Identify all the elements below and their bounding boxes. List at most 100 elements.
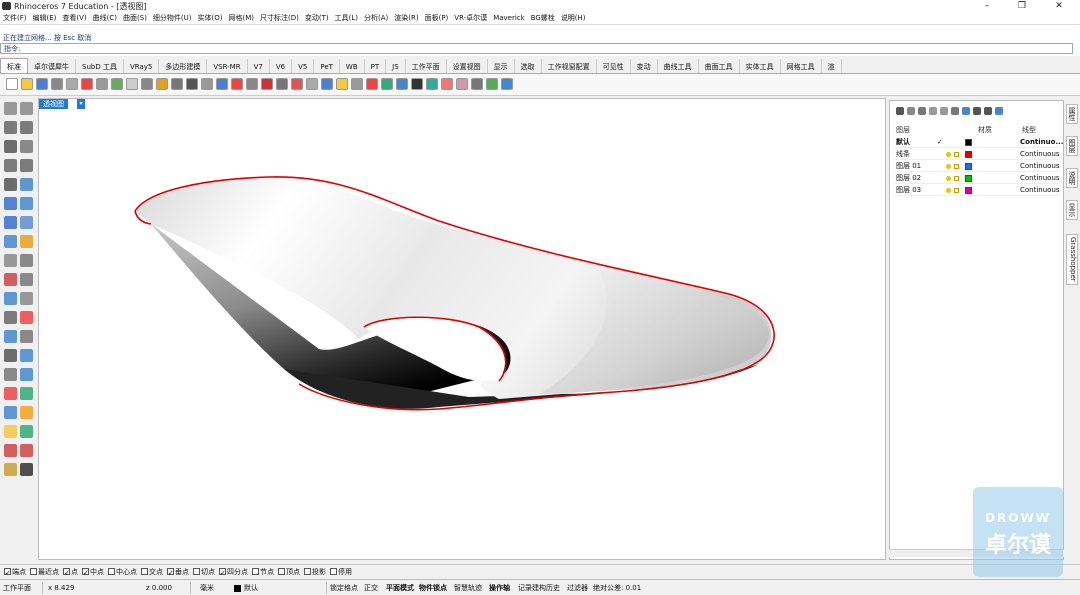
toolbar-tool-icon[interactable]	[336, 78, 348, 90]
toolbar-tool-icon[interactable]	[66, 78, 78, 90]
toolbar-tool-icon[interactable]	[396, 78, 408, 90]
left-tool-icon[interactable]	[4, 387, 17, 400]
toolbar-tool-icon[interactable]	[126, 78, 138, 90]
layer-linetype[interactable]: Continuous	[1020, 185, 1060, 196]
left-tool-icon[interactable]	[4, 292, 17, 305]
layer-color-swatch[interactable]	[965, 163, 972, 170]
toolbar-tool-icon[interactable]	[471, 78, 483, 90]
left-tool-icon[interactable]	[20, 159, 33, 172]
toolbar-tab[interactable]: V7	[248, 59, 270, 73]
layer-tool-icon[interactable]	[929, 107, 937, 115]
osnap-option[interactable]: 点	[63, 565, 78, 580]
toolbar-tab[interactable]: 标准	[0, 58, 28, 73]
left-tool-icon[interactable]	[20, 235, 33, 248]
toolbar-tool-icon[interactable]	[111, 78, 123, 90]
status-unit[interactable]: 毫米	[200, 582, 214, 594]
toolbar-tab[interactable]: 工作视窗配置	[542, 59, 597, 73]
menu-item[interactable]: Maverick	[490, 12, 528, 24]
left-tool-icon[interactable]	[4, 235, 17, 248]
toolbar-tool-icon[interactable]	[201, 78, 213, 90]
osnap-option[interactable]: 中点	[82, 565, 104, 580]
status-cplane[interactable]: 工作平面	[3, 582, 31, 594]
layer-tool-icon[interactable]	[907, 107, 915, 115]
left-tool-icon[interactable]	[4, 349, 17, 362]
status-history[interactable]: 记录建构历史	[518, 582, 560, 594]
left-tool-icon[interactable]	[20, 273, 33, 286]
status-layer[interactable]: 默认	[244, 582, 258, 594]
layer-tool-icon[interactable]	[918, 107, 926, 115]
layer-tool-icon[interactable]	[951, 107, 959, 115]
osnap-option[interactable]: 停用	[330, 565, 352, 579]
layer-tool-icon[interactable]	[896, 107, 904, 115]
osnap-checkbox[interactable]	[82, 566, 89, 580]
layer-visible-bulb-icon[interactable]	[946, 164, 951, 169]
layer-visible-bulb-icon[interactable]	[946, 176, 951, 181]
layer-color-swatch[interactable]	[965, 175, 972, 182]
left-tool-icon[interactable]	[20, 425, 33, 438]
left-tool-icon[interactable]	[4, 406, 17, 419]
menu-item[interactable]: 细分物件(U)	[150, 12, 195, 24]
left-tool-icon[interactable]	[20, 292, 33, 305]
toolbar-tab[interactable]: 设置视图	[447, 59, 488, 73]
left-tool-icon[interactable]	[20, 102, 33, 115]
toolbar-tab[interactable]: 变动	[631, 59, 658, 73]
left-tool-icon[interactable]	[20, 444, 33, 457]
maximize-button[interactable]: ❐	[1005, 0, 1039, 12]
layer-visible-bulb-icon[interactable]	[946, 152, 951, 157]
toolbar-tab[interactable]: VRay5	[124, 59, 160, 73]
menu-item[interactable]: 曲面(S)	[120, 12, 150, 24]
side-tab[interactable]: 说明	[1066, 168, 1078, 188]
menu-item[interactable]: 渲染(R)	[391, 12, 421, 24]
toolbar-tool-icon[interactable]	[186, 78, 198, 90]
osnap-checkbox[interactable]	[330, 568, 337, 575]
left-tool-icon[interactable]	[4, 311, 17, 324]
left-tool-icon[interactable]	[20, 406, 33, 419]
left-tool-icon[interactable]	[4, 159, 17, 172]
toolbar-tool-icon[interactable]	[21, 78, 33, 90]
layer-visible-bulb-icon[interactable]	[946, 188, 951, 193]
left-tool-icon[interactable]	[4, 425, 17, 438]
osnap-checkbox[interactable]	[219, 566, 226, 580]
side-tab[interactable]: 属性	[1066, 104, 1078, 124]
menu-item[interactable]: VR-卓尔谟	[451, 12, 490, 24]
osnap-checkbox[interactable]	[278, 568, 285, 575]
osnap-checkbox[interactable]	[304, 568, 311, 575]
toolbar-tool-icon[interactable]	[441, 78, 453, 90]
layer-row[interactable]: 图层 01 Continuous	[894, 161, 1060, 172]
layer-name[interactable]: 图层 02	[896, 173, 921, 184]
layer-tool-icon[interactable]	[962, 107, 970, 115]
left-tool-icon[interactable]	[20, 330, 33, 343]
osnap-option[interactable]: 节点	[252, 565, 274, 579]
osnap-checkbox[interactable]	[252, 568, 259, 575]
layer-tool-icon[interactable]	[995, 107, 1003, 115]
left-tool-icon[interactable]	[20, 368, 33, 381]
toolbar-tab[interactable]: JS	[386, 59, 406, 73]
menu-item[interactable]: 说明(H)	[558, 12, 589, 24]
toolbar-tab[interactable]: 实体工具	[740, 59, 781, 73]
toolbar-tool-icon[interactable]	[411, 78, 423, 90]
osnap-option[interactable]: 中心点	[108, 565, 137, 579]
status-filter[interactable]: 过滤器	[567, 582, 588, 594]
toolbar-tab[interactable]: V6	[270, 59, 293, 73]
layer-lock-icon[interactable]	[954, 188, 959, 193]
toolbar-tab[interactable]: V5	[292, 59, 315, 73]
osnap-option[interactable]: 投影	[304, 565, 326, 579]
left-tool-icon[interactable]	[4, 330, 17, 343]
layer-row[interactable]: 线条 Continuous	[894, 149, 1060, 160]
toolbar-tab[interactable]: 可见性	[597, 59, 631, 73]
toolbar-tool-icon[interactable]	[246, 78, 258, 90]
toolbar-tool-icon[interactable]	[426, 78, 438, 90]
toolbar-tab[interactable]: 多边形建模	[159, 59, 208, 73]
osnap-checkbox[interactable]	[4, 566, 11, 580]
layer-color-swatch[interactable]	[965, 187, 972, 194]
status-grid-snap[interactable]: 锁定格点	[330, 582, 358, 594]
layer-header-material[interactable]: 材质	[978, 125, 992, 135]
menu-item[interactable]: BG螺栓	[528, 12, 558, 24]
layer-tool-icon[interactable]	[940, 107, 948, 115]
toolbar-tab[interactable]: 显示	[488, 59, 515, 73]
status-osnap[interactable]: 物件锁点	[419, 582, 447, 594]
minimize-button[interactable]: –	[970, 0, 1004, 12]
menu-item[interactable]: 网格(M)	[226, 12, 258, 24]
left-tool-icon[interactable]	[4, 178, 17, 191]
toolbar-tab[interactable]: 选取	[515, 59, 542, 73]
